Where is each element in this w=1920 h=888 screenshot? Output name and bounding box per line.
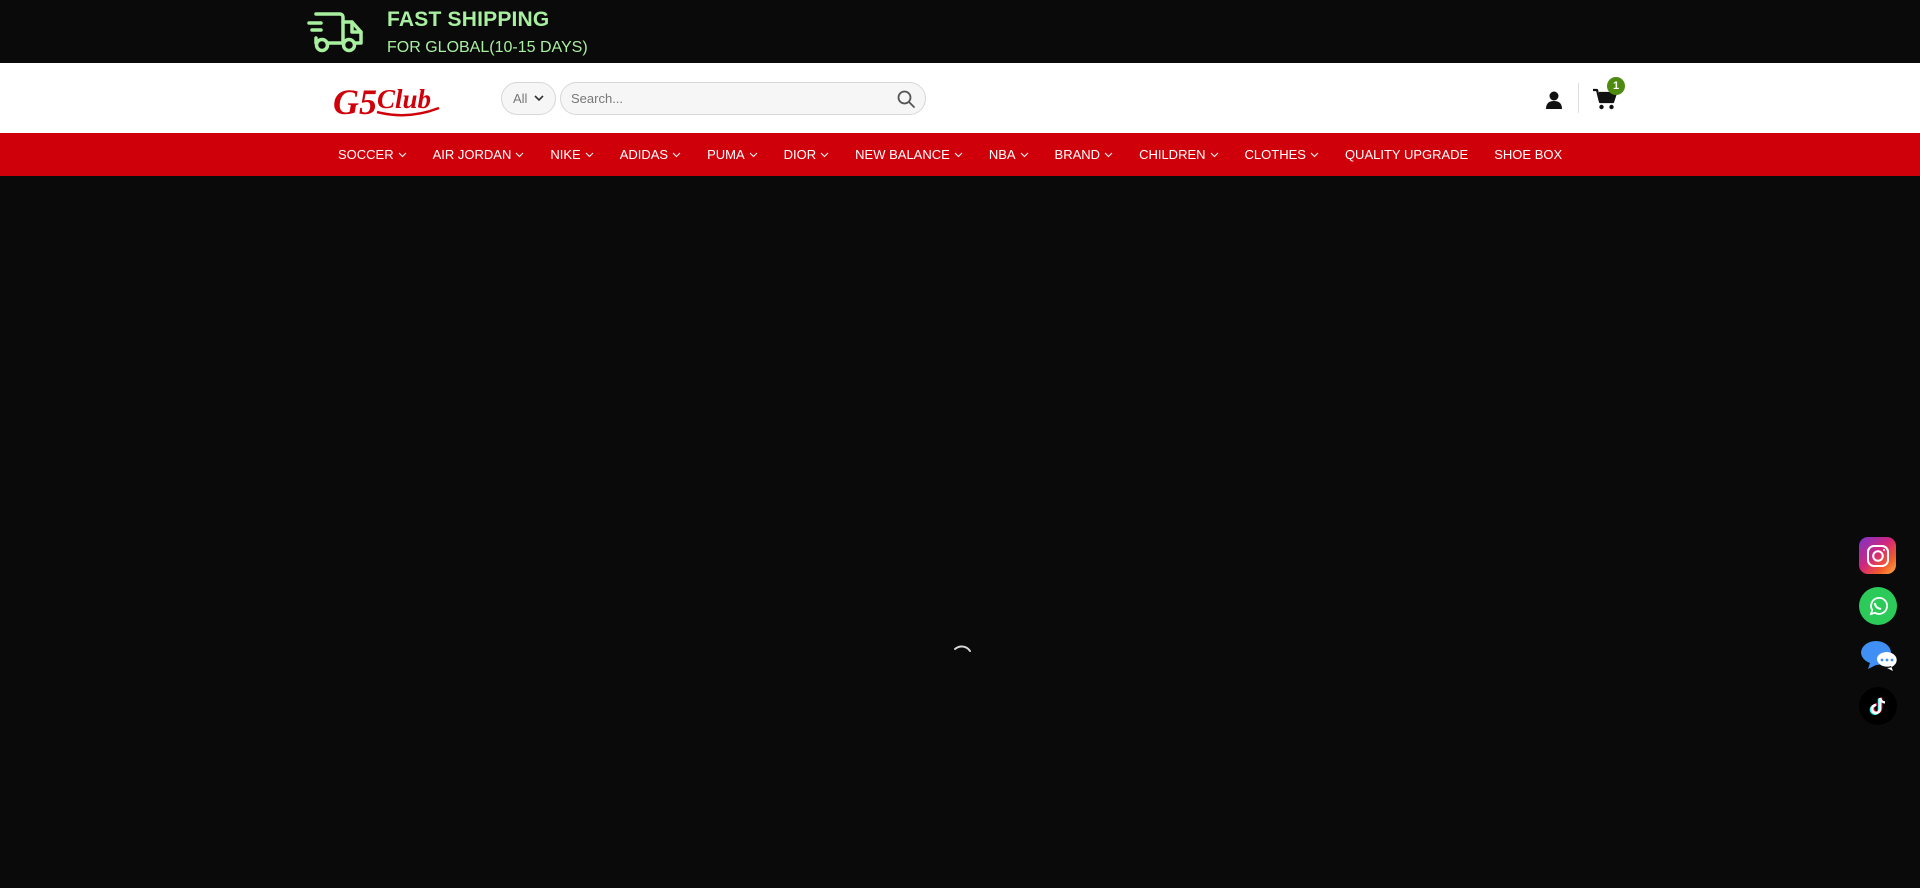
chevron-down-icon xyxy=(672,152,681,158)
nav-item-air-jordan[interactable]: AIR JORDAN xyxy=(433,147,525,162)
nav-item-label: ADIDAS xyxy=(619,147,669,162)
whatsapp-button[interactable] xyxy=(1859,587,1897,625)
whatsapp-icon xyxy=(1869,597,1888,616)
category-select[interactable]: All xyxy=(501,82,556,115)
tiktok-button[interactable] xyxy=(1859,687,1897,725)
promo-subtitle: FOR GLOBAL(10-15 DAYS) xyxy=(387,39,588,56)
promo-title: FAST SHIPPING xyxy=(387,8,550,31)
nav-item-label: DIOR xyxy=(783,147,817,162)
chat-icon xyxy=(1861,641,1897,671)
svg-text:G5: G5 xyxy=(333,82,377,122)
svg-text:Club: Club xyxy=(377,84,431,114)
tiktok-icon xyxy=(1869,697,1886,716)
nav-list: SOCCER AIR JORDAN NIKE ADIDAS PUMA DIOR … xyxy=(338,133,1588,176)
chevron-down-icon xyxy=(1104,152,1113,158)
instagram-icon xyxy=(1866,544,1889,567)
nav-item-label: CLOTHES xyxy=(1244,147,1306,162)
nav-item-shoe-box[interactable]: SHOE BOX xyxy=(1494,147,1562,162)
chevron-down-icon xyxy=(398,152,406,158)
nav-item-new-balance[interactable]: NEW BALANCE xyxy=(855,147,963,162)
instagram-button[interactable] xyxy=(1859,537,1896,574)
search-icon[interactable] xyxy=(895,88,917,110)
main-content xyxy=(0,176,1920,888)
nav-item-label: NIKE xyxy=(550,147,581,162)
nav-item-label: AIR JORDAN xyxy=(432,147,512,162)
nav-item-label: NBA xyxy=(988,147,1016,162)
nav-item-adidas[interactable]: ADIDAS xyxy=(620,147,681,162)
nav-item-nike[interactable]: NIKE xyxy=(550,147,594,162)
category-select-value: All xyxy=(513,91,528,106)
nav-item-puma[interactable]: PUMA xyxy=(707,147,758,162)
nav-item-label: NEW BALANCE xyxy=(855,147,950,162)
cart-count-badge: 1 xyxy=(1607,77,1625,95)
header-divider xyxy=(1578,83,1579,113)
nav-item-brand[interactable]: BRAND xyxy=(1055,147,1114,162)
search-input[interactable] xyxy=(571,83,891,114)
nav-item-soccer[interactable]: SOCCER xyxy=(338,147,407,162)
chat-button[interactable] xyxy=(1859,636,1897,674)
nav-item-label: BRAND xyxy=(1054,147,1101,162)
chevron-down-icon xyxy=(585,152,594,158)
nav-item-clothes[interactable]: CLOTHES xyxy=(1245,147,1319,162)
chevron-down-icon xyxy=(1020,152,1028,158)
account-icon[interactable] xyxy=(1543,89,1565,111)
main-nav: SOCCER AIR JORDAN NIKE ADIDAS PUMA DIOR … xyxy=(0,133,1920,176)
loading-spinner-icon xyxy=(954,645,971,652)
chevron-down-icon xyxy=(534,95,544,102)
nav-item-label: SOCCER xyxy=(338,147,394,162)
site-header: G5 Club All 1 xyxy=(0,63,1920,133)
chevron-down-icon xyxy=(516,152,524,158)
truck-icon xyxy=(307,12,363,53)
nav-item-quality-upgrade[interactable]: QUALITY UPGRADE xyxy=(1345,147,1468,162)
nav-item-label: PUMA xyxy=(707,147,745,162)
nav-item-label: QUALITY UPGRADE xyxy=(1344,147,1469,162)
search-box xyxy=(560,82,926,115)
nav-item-nba[interactable]: NBA xyxy=(989,147,1029,162)
nav-item-label: CHILDREN xyxy=(1139,147,1206,162)
chevron-down-icon xyxy=(1310,152,1319,158)
chevron-down-icon xyxy=(1210,152,1218,158)
nav-item-children[interactable]: CHILDREN xyxy=(1139,147,1218,162)
shipping-promo: FAST SHIPPING FOR GLOBAL(10-15 DAYS) xyxy=(307,8,588,58)
chevron-down-icon xyxy=(749,152,758,158)
chevron-down-icon xyxy=(954,152,963,158)
nav-item-label: SHOE BOX xyxy=(1494,147,1563,162)
nav-item-dior[interactable]: DIOR xyxy=(784,147,830,162)
chevron-down-icon xyxy=(820,152,829,158)
promo-bar: FAST SHIPPING FOR GLOBAL(10-15 DAYS) xyxy=(0,0,1920,63)
site-logo[interactable]: G5 Club xyxy=(333,74,443,124)
